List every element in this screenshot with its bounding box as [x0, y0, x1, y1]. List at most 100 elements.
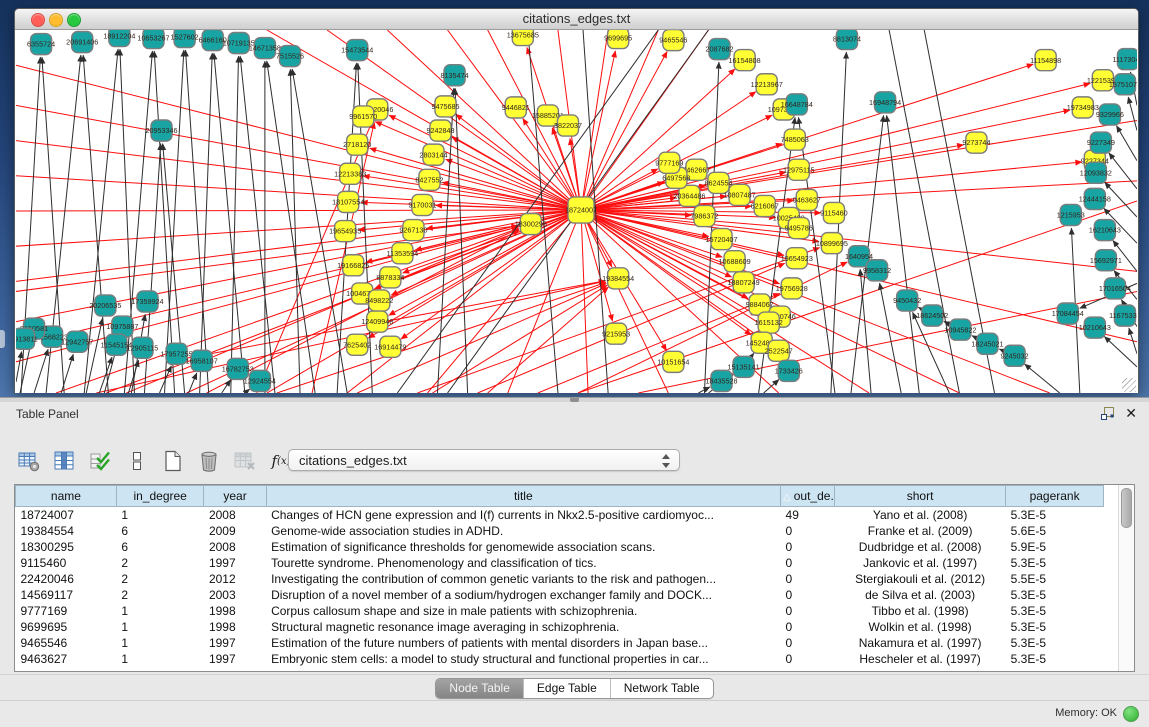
- table-row[interactable]: 1938455462009Genome-wide association stu…: [16, 523, 1104, 539]
- graph-node[interactable]: 9273744: [962, 132, 990, 153]
- table-cell[interactable]: 2: [116, 571, 204, 587]
- graph-edge[interactable]: [16, 352, 22, 382]
- table-row[interactable]: 911546021997Tourette syndrome. Phenomeno…: [16, 555, 1104, 571]
- table-cell[interactable]: 9463627: [16, 651, 117, 667]
- table-cell[interactable]: Wolkin et al. (1998): [835, 619, 1006, 635]
- graph-edge[interactable]: [165, 50, 184, 393]
- graph-edge[interactable]: [887, 115, 920, 393]
- graph-node[interactable]: 9215953: [602, 323, 630, 344]
- graph-node[interactable]: 7986372: [690, 205, 718, 226]
- table-cell[interactable]: 1: [116, 651, 204, 667]
- table-cell[interactable]: 5.3E-5: [1006, 651, 1104, 667]
- table-cell[interactable]: 1997: [204, 651, 266, 667]
- float-panel-icon[interactable]: [1100, 406, 1115, 421]
- scrollbar-thumb[interactable]: [1121, 488, 1132, 528]
- graph-node[interactable]: 9961570: [349, 106, 377, 127]
- resize-grip-icon[interactable]: [1122, 378, 1136, 392]
- graph-node[interactable]: 10653267: [137, 30, 169, 49]
- graph-edge[interactable]: [16, 210, 581, 211]
- table-cell[interactable]: 2: [116, 555, 204, 571]
- graph-node[interactable]: 19734983: [1067, 97, 1099, 118]
- table-cell[interactable]: 0: [781, 523, 835, 539]
- graph-node[interactable]: 9242848: [426, 120, 454, 141]
- graph-node[interactable]: 9245032: [1001, 345, 1029, 366]
- graph-node[interactable]: 1733426: [775, 360, 803, 381]
- graph-edge[interactable]: [34, 349, 48, 393]
- column-header[interactable]: short: [835, 486, 1006, 507]
- select-columns-icon[interactable]: [52, 448, 78, 474]
- graph-node[interactable]: 9958312: [863, 260, 891, 281]
- table-cell[interactable]: 18300295: [16, 539, 117, 555]
- table-row[interactable]: 2242004622012Investigating the contribut…: [16, 571, 1104, 587]
- collapsed-splitter-handle[interactable]: [0, 330, 5, 348]
- graph-node[interactable]: 1215953: [1057, 204, 1085, 225]
- graph-node[interactable]: 9267130: [399, 220, 427, 241]
- delete-table-icon[interactable]: [232, 448, 258, 474]
- graph-node[interactable]: 9777169: [655, 152, 683, 173]
- graph-node[interactable]: 17084454: [1052, 303, 1084, 324]
- graph-edge[interactable]: [86, 318, 102, 393]
- graph-edge[interactable]: [358, 210, 581, 230]
- table-cell[interactable]: 1: [116, 603, 204, 619]
- table-cell[interactable]: 49: [781, 507, 835, 524]
- graph-node[interactable]: 2522547: [765, 340, 793, 361]
- table-row[interactable]: 1872400712008Changes of HCN gene express…: [16, 507, 1104, 524]
- graph-node[interactable]: 17359924: [131, 291, 163, 312]
- graph-node[interactable]: 8135474: [441, 65, 469, 86]
- graph-node[interactable]: 9115460: [820, 202, 848, 223]
- table-settings-icon[interactable]: [16, 448, 42, 474]
- graph-edge[interactable]: [1025, 364, 1060, 393]
- delete-rows-trash-icon[interactable]: [196, 448, 222, 474]
- graph-edge[interactable]: [185, 50, 208, 393]
- graph-node[interactable]: 3913811: [16, 328, 38, 349]
- graph-node[interactable]: 7625402: [343, 334, 371, 355]
- graph-node[interactable]: 13675685: [507, 30, 539, 46]
- table-cell[interactable]: Franke et al. (2009): [835, 523, 1006, 539]
- graph-edge[interactable]: [16, 105, 581, 210]
- table-cell[interactable]: 0: [781, 571, 835, 587]
- graph-edge[interactable]: [16, 65, 581, 210]
- graph-node[interactable]: 2087682: [705, 39, 733, 60]
- table-cell[interactable]: Estimation of the future numbers of pati…: [266, 635, 780, 651]
- table-cell[interactable]: 6: [116, 523, 204, 539]
- table-row[interactable]: 1830029562008Estimation of significance …: [16, 539, 1104, 555]
- graph-node[interactable]: 16948794: [869, 92, 901, 113]
- graph-node[interactable]: 20691406: [66, 32, 98, 53]
- table-cell[interactable]: 2: [116, 587, 204, 603]
- table-cell[interactable]: 5.3E-5: [1006, 603, 1104, 619]
- graph-node[interactable]: 3822037: [554, 115, 582, 136]
- graph-node[interactable]: 9450432: [893, 290, 921, 311]
- table-cell[interactable]: 9465546: [16, 635, 117, 651]
- table-cell[interactable]: 0: [781, 651, 835, 667]
- tab-edge-table[interactable]: Edge Table: [523, 679, 610, 698]
- table-cell[interactable]: Hescheler et al. (1997): [835, 651, 1006, 667]
- graph-node[interactable]: 19166825: [337, 255, 369, 276]
- graph-node[interactable]: 16210643: [1089, 220, 1121, 241]
- graph-node[interactable]: 9170031: [408, 194, 436, 215]
- table-cell[interactable]: 5.5E-5: [1006, 571, 1104, 587]
- network-window-titlebar[interactable]: citations_edges.txt: [15, 9, 1138, 30]
- graph-node[interactable]: 15473544: [341, 40, 373, 61]
- table-cell[interactable]: 0: [781, 555, 835, 571]
- table-cell[interactable]: 2009: [204, 523, 266, 539]
- graph-node[interactable]: 7515526: [276, 46, 304, 67]
- table-cell[interactable]: 5.9E-5: [1006, 539, 1104, 555]
- graph-node[interactable]: 9699695: [604, 30, 632, 49]
- table-cell[interactable]: 1: [116, 619, 204, 635]
- graph-node[interactable]: 11173044: [1112, 49, 1137, 70]
- graph-node[interactable]: 6355724: [27, 34, 55, 55]
- graph-node[interactable]: 18724007: [565, 197, 597, 223]
- graph-edge[interactable]: [126, 229, 518, 393]
- table-cell[interactable]: Estimation of significance thresholds fo…: [266, 539, 780, 555]
- table-cell[interactable]: 14569117: [16, 587, 117, 603]
- close-panel-icon[interactable]: ✕: [1125, 405, 1137, 422]
- graph-node[interactable]: 9495786: [785, 218, 813, 239]
- graph-node[interactable]: 17016504: [1099, 278, 1131, 299]
- graph-edge[interactable]: [200, 53, 213, 393]
- graph-node[interactable]: 8427552: [415, 169, 443, 190]
- column-header[interactable]: year: [204, 486, 266, 507]
- graph-node[interactable]: 16914479: [374, 336, 406, 357]
- table-cell[interactable]: Structural magnetic resonance image aver…: [266, 619, 780, 635]
- table-select-dropdown[interactable]: citations_edges.txt: [288, 449, 680, 471]
- graph-node[interactable]: 10151654: [657, 351, 689, 372]
